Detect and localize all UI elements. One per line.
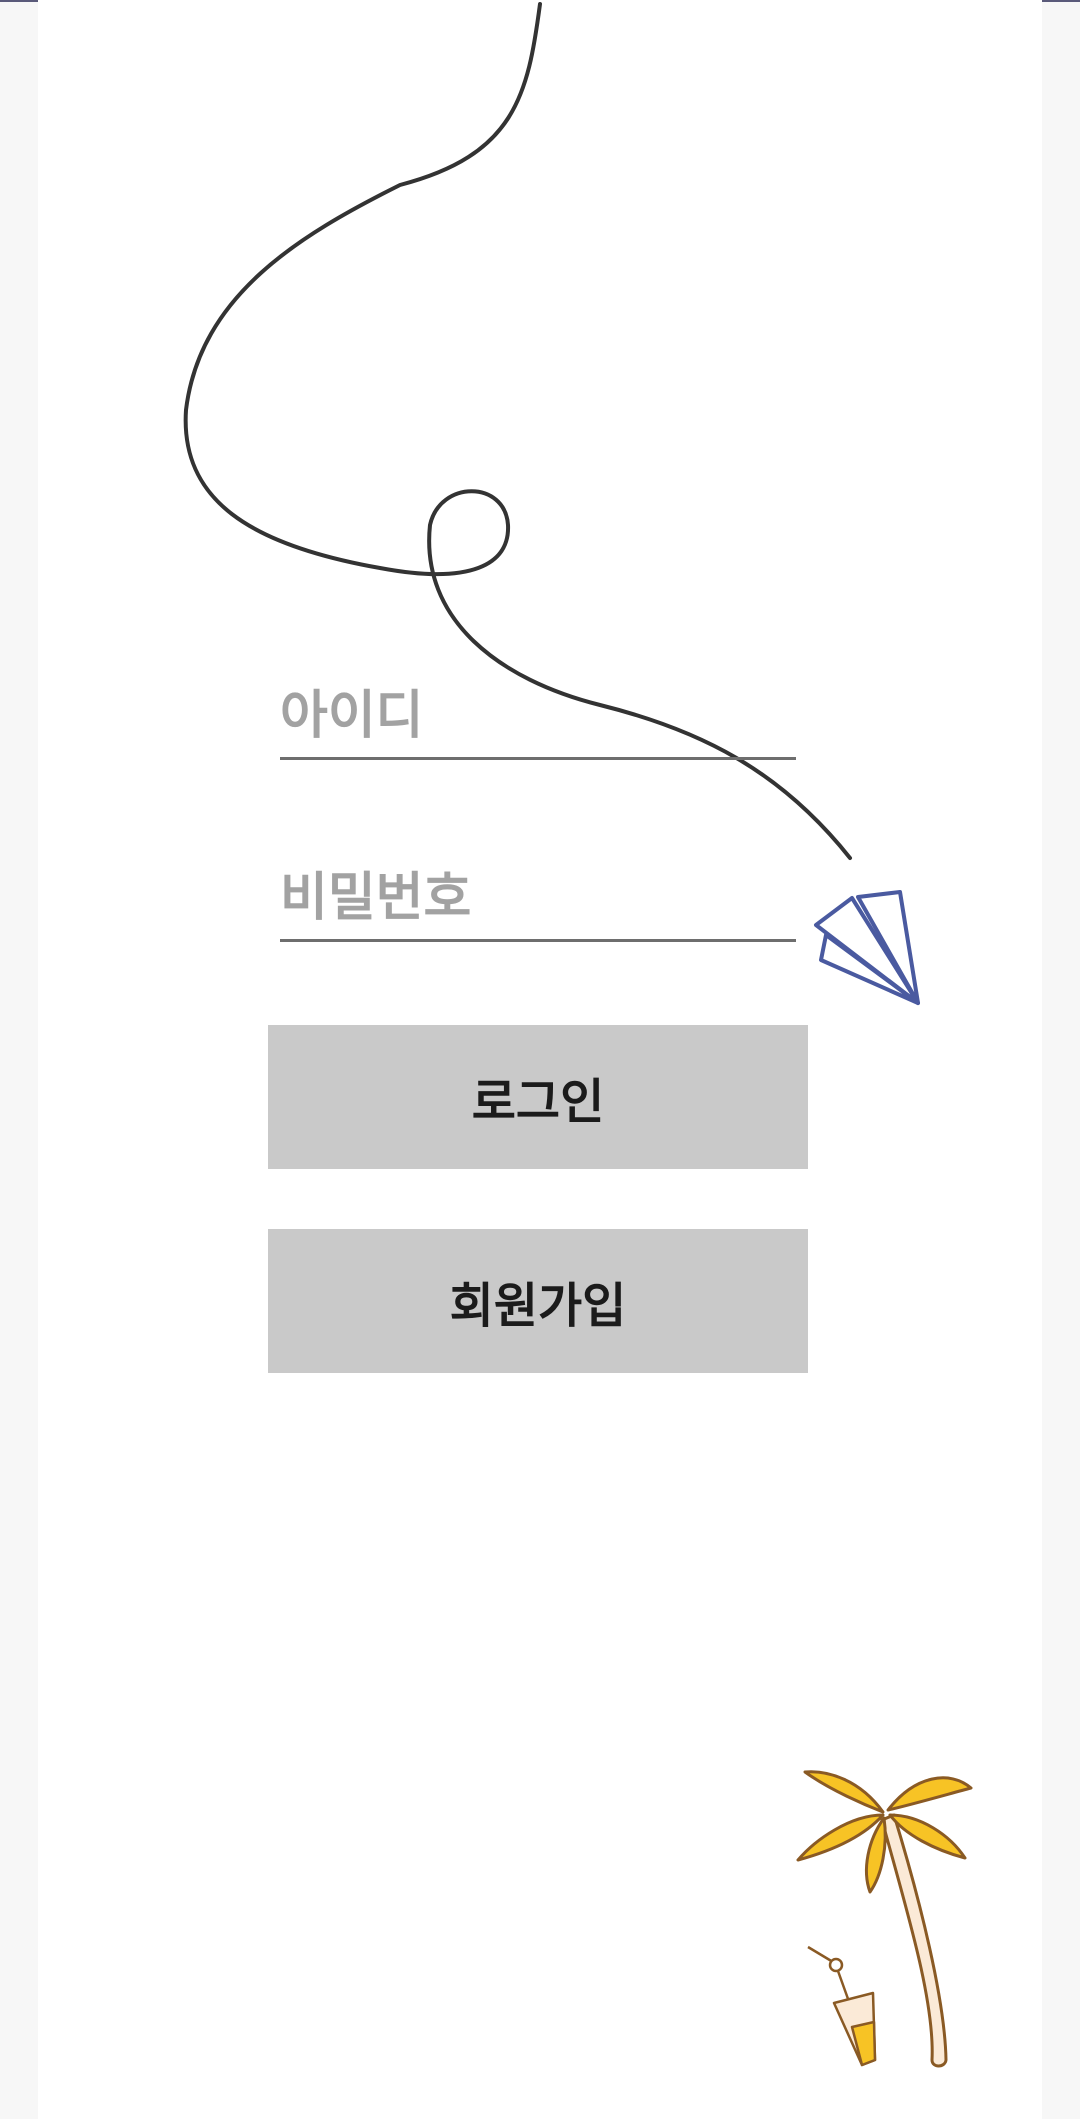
password-input[interactable]: [280, 863, 796, 933]
id-input[interactable]: [280, 681, 796, 751]
id-field[interactable]: [280, 677, 796, 760]
signup-button[interactable]: 회원가입: [268, 1229, 808, 1373]
password-field[interactable]: [280, 859, 796, 942]
login-button[interactable]: 로그인: [268, 1025, 808, 1169]
